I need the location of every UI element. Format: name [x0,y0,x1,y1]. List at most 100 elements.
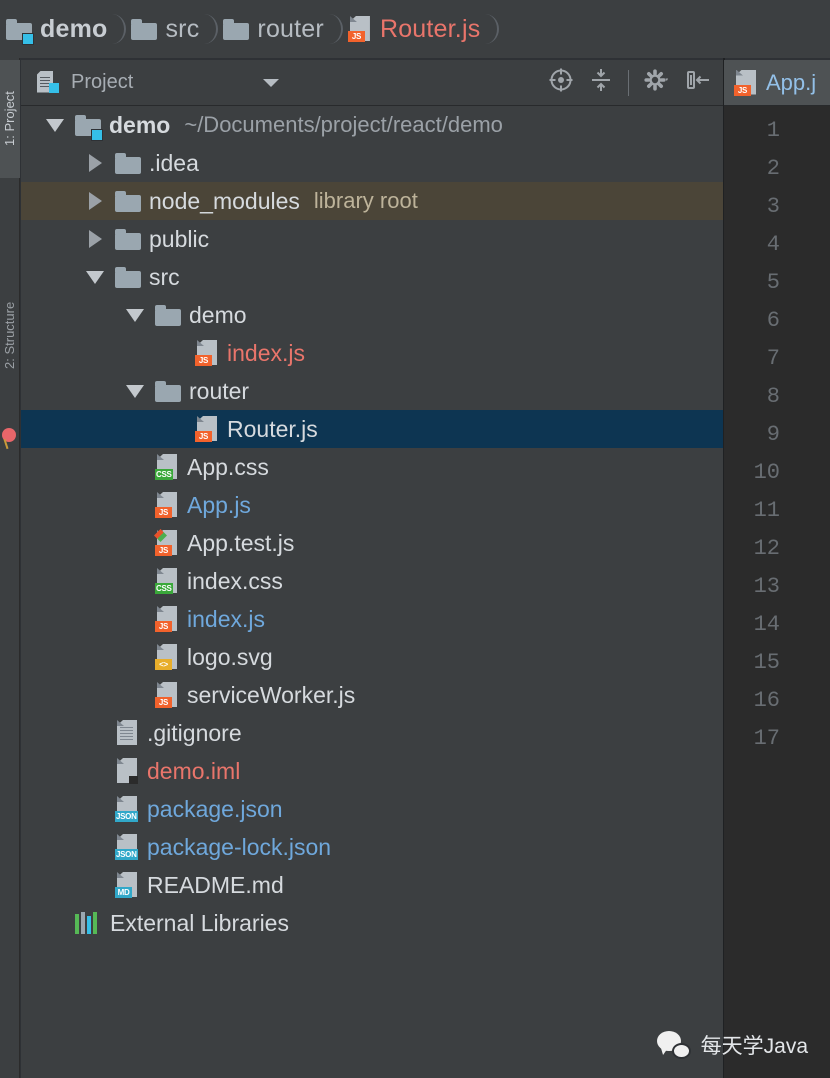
js-file-icon: JS [195,416,219,442]
editor-line-number: 9 [766,422,780,447]
project-tree[interactable]: demo ~/Documents/project/react/demo .idea n… [21,106,723,1078]
folder-icon [115,266,141,288]
folder-icon [115,152,141,174]
editor-tab-app-js[interactable]: JS App.j [724,60,830,106]
breadcrumb-item-router-js[interactable]: JS Router.js [346,0,482,58]
editor-line-number: 7 [766,346,780,371]
folder-module-icon [75,114,103,141]
editor-line-number: 4 [766,232,780,257]
breadcrumb: demo src router JS Router.js [0,0,830,58]
chevron-down-icon[interactable] [263,78,280,87]
svg-file-icon: <> [155,644,179,670]
tree-row-demo[interactable]: demo [21,296,723,334]
tree-row-label: demo.iml [147,757,241,784]
toolbar-divider [628,69,629,96]
folder-module-icon [6,18,34,45]
chevron-down-icon[interactable] [35,118,75,132]
tree-row-label: package.json [147,795,283,822]
json-file-icon: JSON [115,834,139,860]
tree-row-router[interactable]: router [21,372,723,410]
project-panel-header: Project [21,60,723,106]
tool-tab-project[interactable]: 1: Project [0,60,20,178]
folder-icon [155,380,181,402]
chevron-right-icon[interactable] [75,230,115,248]
editor-line-number: 14 [753,612,780,637]
breakpoint-marker-icon[interactable] [2,428,16,442]
tree-row-index-js[interactable]: JS index.js [21,334,723,372]
tree-row-node_modules[interactable]: node_modules library root [21,182,723,220]
js-file-icon: JS [347,16,372,42]
tree-row-router-js[interactable]: JS Router.js [21,410,723,448]
tree-row-label: demo [189,301,247,328]
tool-tab-structure[interactable]: 2: Structure [0,270,20,400]
breadcrumb-item-demo[interactable]: demo [4,0,109,58]
tree-row-index-css[interactable]: CSS index.css [21,562,723,600]
tree-row-label: public [149,225,210,252]
tree-row-hint: library root [313,188,418,213]
tree-row--gitignore[interactable]: .gitignore [21,714,723,752]
editor-line-number: 3 [766,194,780,219]
tree-row-label: demo [109,111,171,138]
tree-row-label: index.js [227,339,305,366]
project-view-icon [37,70,59,95]
editor-line-number: 13 [753,574,780,599]
chevron-right-icon[interactable] [75,192,115,210]
tree-row-src[interactable]: src [21,258,723,296]
tree-row-app-test-js[interactable]: JS App.test.js [21,524,723,562]
locate-in-tree-icon[interactable] [548,67,574,98]
tree-row-demo-iml[interactable]: demo.iml [21,752,723,790]
tree-row-index-js[interactable]: JS index.js [21,600,723,638]
editor-line-number: 15 [753,650,780,675]
editor-line-number: 5 [766,270,780,295]
editor-line-number: 8 [766,384,780,409]
tree-row-label: .gitignore [147,719,242,746]
editor-tab-label: App.j [766,69,817,95]
js-file-icon: JS [195,340,219,366]
tree-row-public[interactable]: public [21,220,723,258]
tree-row-demo[interactable]: demo ~/Documents/project/react/demo [21,106,723,144]
chevron-down-icon[interactable] [115,308,155,322]
tree-row-serviceworker-js[interactable]: JS serviceWorker.js [21,676,723,714]
tree-row-external-libraries[interactable]: External Libraries [21,904,723,942]
settings-gear-icon[interactable] [643,67,671,98]
breadcrumb-item-src[interactable]: src [129,0,201,58]
external-libraries-icon [75,912,101,934]
breadcrumb-item-label: demo [40,14,108,43]
editor-area[interactable]: 1 2 3 4 5 6 7 8 9 10 11 12 13 14 15 16 17 [724,106,830,1078]
tree-row-label: router [189,377,250,404]
panel-toolbar [548,67,723,98]
hide-panel-icon[interactable] [685,67,711,98]
wechat-icon [656,1031,691,1059]
editor-line-number: 11 [753,498,780,523]
chevron-right-icon[interactable] [75,154,115,172]
tree-row-package-json[interactable]: JSON package.json [21,790,723,828]
editor-line-number: 10 [753,460,780,485]
tree-row-app-js[interactable]: JS App.js [21,486,723,524]
breadcrumb-separator-icon [326,0,346,58]
folder-icon [223,18,250,40]
folder-icon [115,228,141,250]
js-file-icon: JS [155,682,179,708]
tree-row-package-lock-json[interactable]: JSON package-lock.json [21,828,723,866]
tree-row-label: src [149,263,180,290]
tree-row-app-css[interactable]: CSS App.css [21,448,723,486]
js-file-icon: JS [734,69,758,96]
folder-icon [115,190,141,212]
watermark-text: 每天学Java [700,1035,808,1058]
breadcrumb-separator-icon [109,0,129,58]
tree-row-label: index.css [187,567,283,594]
tree-row-label: External Libraries [110,909,289,936]
chevron-down-icon[interactable] [115,384,155,398]
tree-row-readme-md[interactable]: MD README.md [21,866,723,904]
editor-line-number: 6 [766,308,780,333]
css-file-icon: CSS [155,454,179,480]
breadcrumb-item-router[interactable]: router [221,0,326,58]
tree-row-label: package-lock.json [147,833,332,860]
css-file-icon: CSS [155,568,179,594]
chevron-down-icon[interactable] [75,270,115,284]
tree-row-label: Router.js [227,415,318,442]
tool-window-strip: 1: Project 2: Structure [0,58,20,1078]
tree-row--idea[interactable]: .idea [21,144,723,182]
tree-row-logo-svg[interactable]: <> logo.svg [21,638,723,676]
collapse-all-icon[interactable] [588,67,614,98]
